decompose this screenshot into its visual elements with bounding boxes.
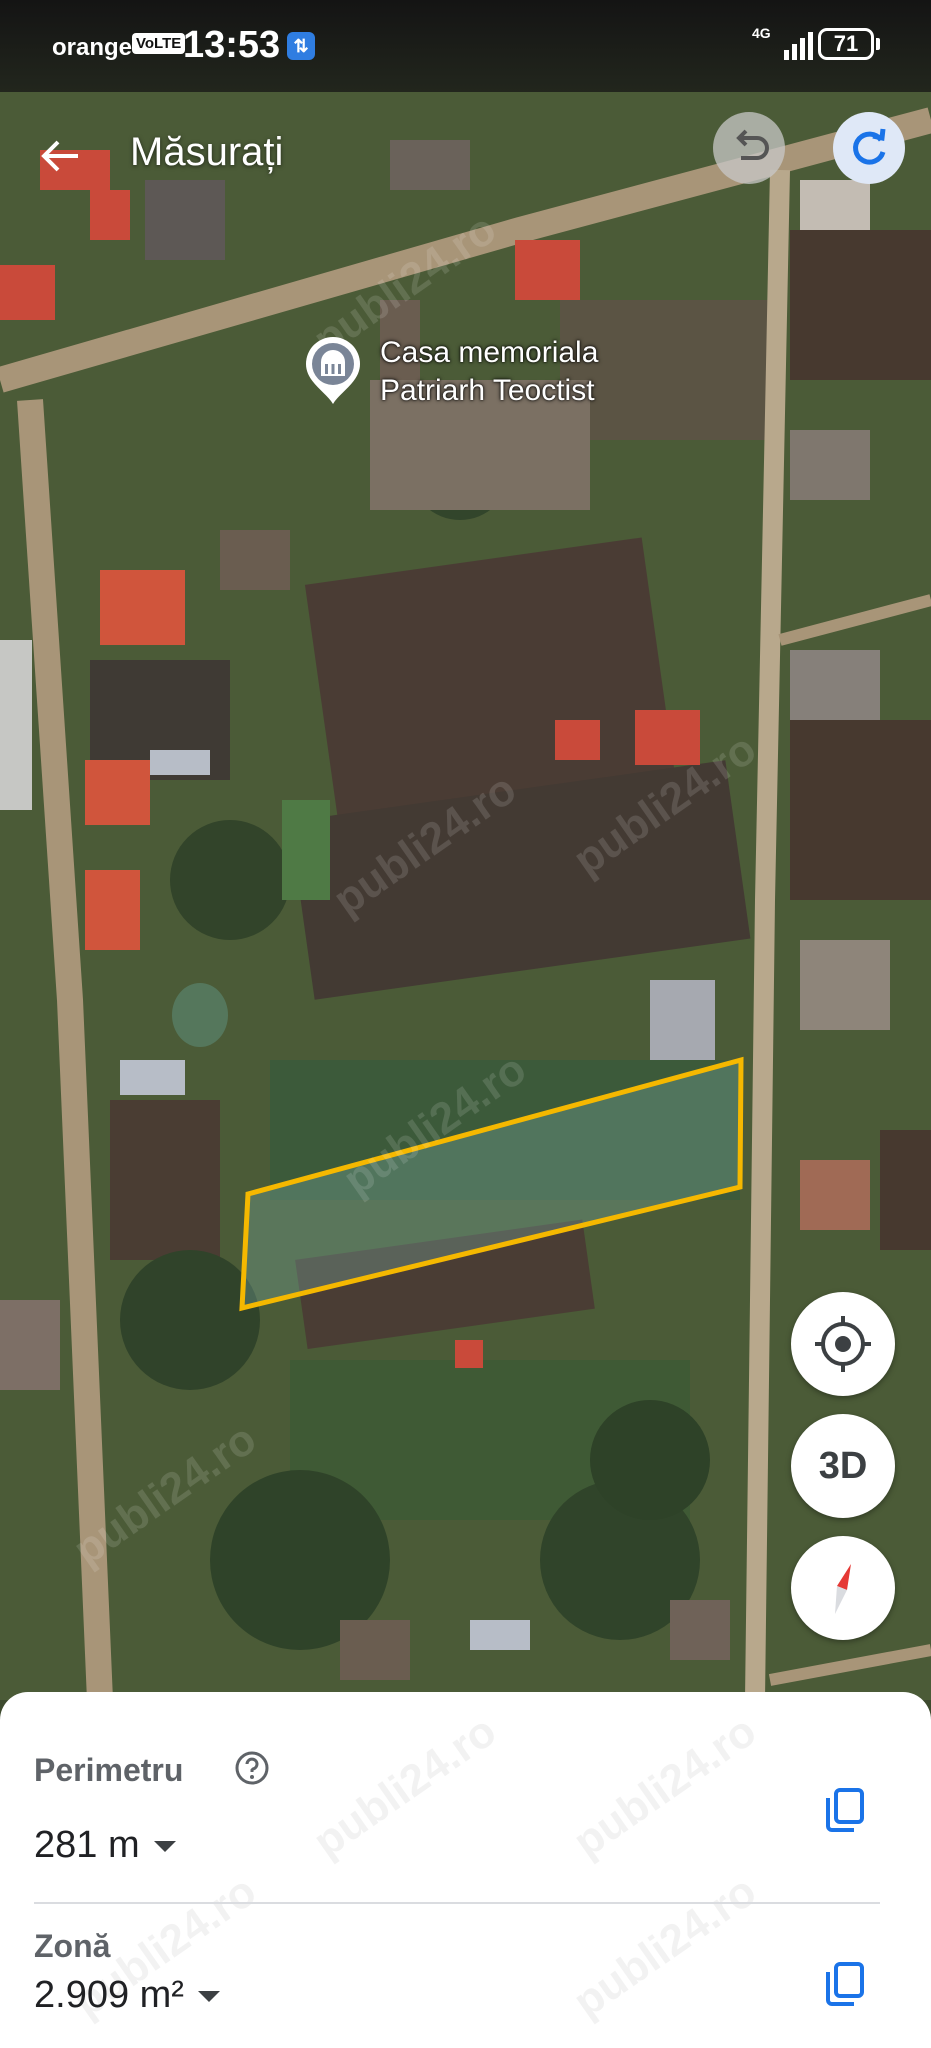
status-time: 13:53 [183, 24, 281, 66]
data-transfer-icon: ⇅ [287, 32, 315, 60]
page-title: Măsurați [130, 130, 284, 174]
divider [34, 1902, 880, 1904]
area-value-row[interactable]: 2.909 m² [34, 1974, 220, 2017]
unit-dropdown-icon[interactable] [153, 1841, 176, 1853]
signal-icon [784, 32, 813, 60]
compass-button[interactable] [791, 1536, 895, 1640]
watermark-text: publi24.ro [564, 1706, 766, 1867]
map-imagery [0, 0, 931, 1700]
copy-perimeter-icon[interactable] [822, 1786, 866, 1834]
measurement-sheet: publi24.ro publi24.ro publi24.ro publi24… [0, 1692, 931, 2048]
watermark-text: publi24.ro [304, 1706, 506, 1867]
battery-icon [876, 38, 880, 50]
app-bar: Măsurați [0, 92, 931, 212]
place-label-line1: Casa memoriala [380, 336, 599, 369]
arrow-back-icon [41, 140, 78, 172]
perimeter-value-row[interactable]: 281 m [34, 1824, 176, 1867]
status-bar: orange VoLTE 13:53 ⇅ 4G 71 [0, 0, 931, 92]
perimeter-value: 281 m [34, 1824, 140, 1866]
undo-icon [736, 129, 769, 160]
undo-button[interactable] [713, 112, 785, 184]
redo-button[interactable] [833, 112, 905, 184]
help-icon[interactable] [234, 1750, 270, 1786]
copy-area-icon[interactable] [822, 1960, 866, 2008]
carrier-name: orange [52, 34, 133, 61]
monument-pin-icon[interactable] [302, 334, 364, 406]
my-location-icon [815, 1316, 871, 1372]
volte-badge: VoLTE [132, 33, 186, 54]
unit-dropdown-icon[interactable] [197, 1991, 220, 2003]
area-label: Zonă [34, 1928, 111, 1964]
watermark-text: publi24.ro [564, 1866, 766, 2027]
place-label[interactable]: Casa memoriala Patriarh Teoctist [380, 334, 598, 410]
back-button[interactable] [34, 128, 90, 184]
perimeter-label: Perimetru [34, 1752, 184, 1788]
my-location-button[interactable] [791, 1292, 895, 1396]
compass-icon [835, 1564, 851, 1614]
redo-icon [853, 128, 886, 165]
view-3d-button[interactable]: 3D [791, 1414, 895, 1518]
battery-level: 71 [818, 28, 874, 60]
satellite-map[interactable]: publi24.ro publi24.ro publi24.ro publi24… [0, 0, 931, 1700]
place-label-line2: Patriarh Teoctist [380, 374, 595, 407]
network-type: 4G [752, 25, 771, 41]
area-value: 2.909 m² [34, 1974, 184, 2016]
